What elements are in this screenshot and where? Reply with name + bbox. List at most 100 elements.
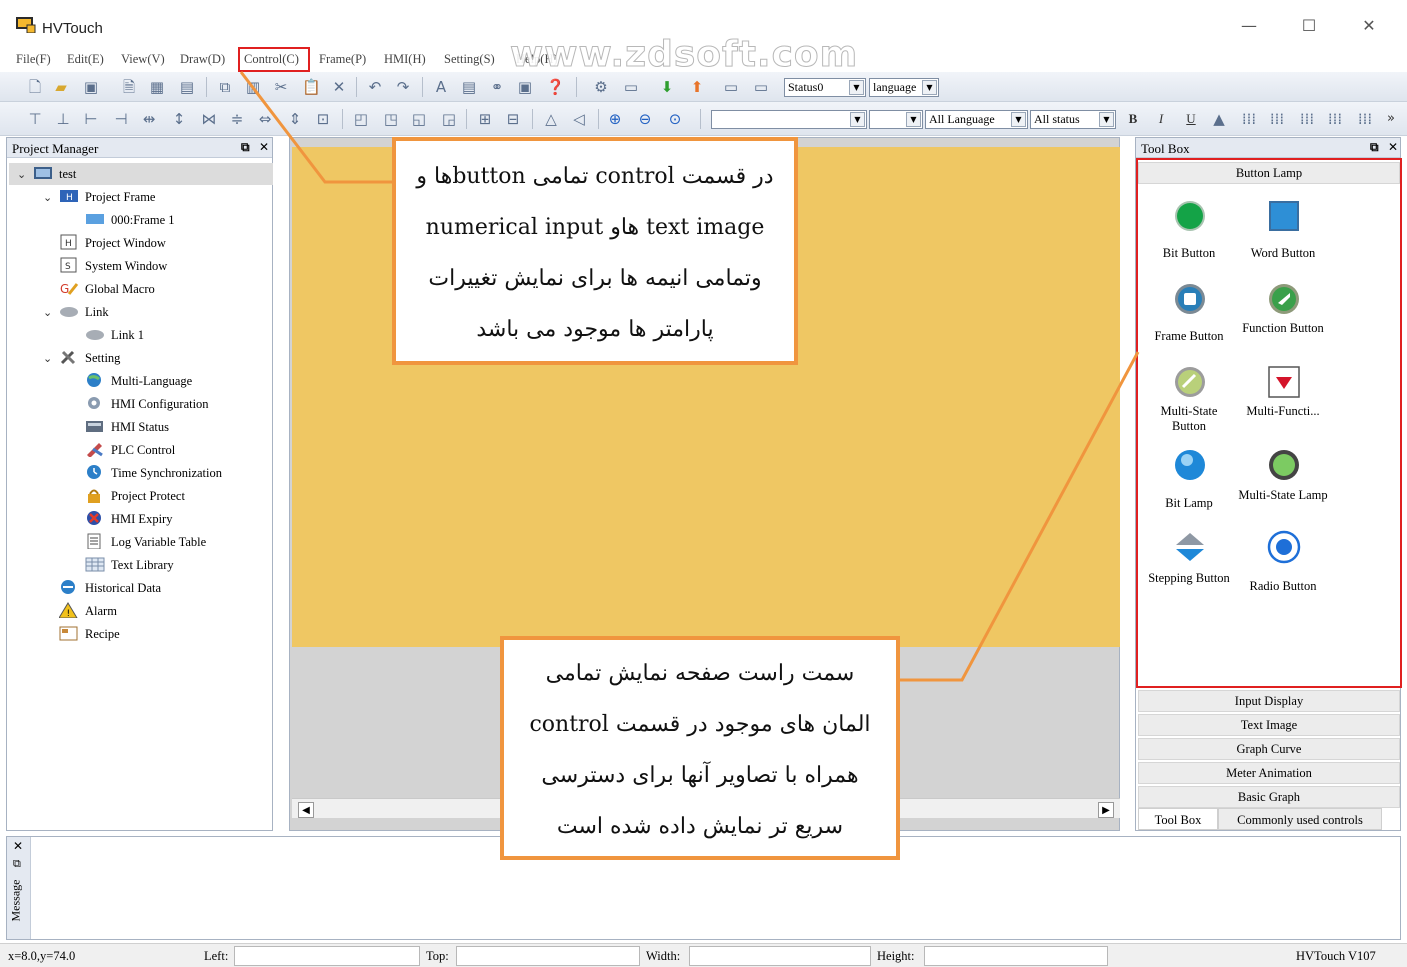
tree-item[interactable]: Recipe [43, 624, 120, 644]
text-color-icon[interactable]: ▲ [1210, 110, 1228, 128]
bit-button-label[interactable]: Bit Button [1142, 246, 1236, 261]
paste-icon[interactable]: 📋 [302, 78, 321, 96]
underline-button[interactable]: U [1182, 110, 1200, 128]
tree-item[interactable]: Log Variable Table [69, 532, 206, 552]
category-graph-curve[interactable]: Graph Curve [1138, 738, 1400, 760]
tree-item[interactable]: ⌄ H Project Frame [43, 187, 155, 207]
tab-commonly-used-controls[interactable]: Commonly used controls [1218, 808, 1382, 830]
pin-icon[interactable]: ⧉ [241, 140, 250, 155]
same-height-icon[interactable]: ⇕ [286, 110, 304, 128]
center-vertical-icon[interactable]: ↕ [170, 110, 188, 128]
tab-tool-box[interactable]: Tool Box [1138, 808, 1218, 830]
tree-item[interactable]: ⌄ Link [43, 302, 109, 322]
tree-item[interactable]: Link 1 [69, 325, 144, 345]
bring-forward-icon[interactable]: ◱ [410, 110, 428, 128]
function-button-icon[interactable] [1267, 282, 1301, 316]
font-combo[interactable]: ▼ [711, 110, 867, 129]
close-button[interactable]: ✕ [1346, 10, 1392, 42]
stepping-button-label[interactable]: Stepping Button [1142, 571, 1236, 586]
tree-item[interactable]: HMI Expiry [69, 509, 172, 529]
save-icon[interactable]: ▣ [82, 78, 100, 96]
paste-special-icon[interactable]: ▥ [244, 78, 262, 96]
scroll-left-icon[interactable]: ◀ [298, 802, 314, 818]
multi-function-icon[interactable] [1267, 365, 1301, 399]
copy-icon[interactable]: ⧉ [216, 78, 234, 96]
multi-state-button-label[interactable]: Multi-State Button [1142, 404, 1236, 434]
upload-icon[interactable]: ⬆ [688, 78, 706, 96]
toolbar-overflow-button[interactable]: » [1382, 110, 1400, 128]
tree-item[interactable]: H Project Window [43, 233, 166, 253]
multi-state-button-icon[interactable] [1173, 365, 1207, 399]
scroll-right-icon[interactable]: ▶ [1098, 802, 1114, 818]
bit-button-icon[interactable] [1173, 199, 1207, 233]
bit-lamp-label[interactable]: Bit Lamp [1142, 496, 1236, 511]
open-folder-icon[interactable]: ▰ [52, 78, 70, 96]
center-horizontal-icon[interactable]: ⇹ [140, 110, 158, 128]
undo-icon[interactable]: ↶ [366, 78, 384, 96]
expand-toggle-icon[interactable]: ⌄ [17, 165, 33, 185]
italic-button[interactable]: I [1152, 110, 1170, 128]
menu-file[interactable]: File(F) [16, 52, 51, 67]
tree-item[interactable]: ⌄ Setting [43, 348, 120, 368]
tree-item[interactable]: S System Window [43, 256, 167, 276]
category-text-image[interactable]: Text Image [1138, 714, 1400, 736]
help-icon[interactable]: ❓ [546, 78, 565, 96]
tree-item[interactable]: Multi-Language [69, 371, 192, 391]
same-size-icon[interactable]: ⊡ [314, 110, 332, 128]
category-meter-animation[interactable]: Meter Animation [1138, 762, 1400, 784]
tree-item[interactable]: Time Synchronization [69, 463, 222, 483]
frame-button-label[interactable]: Frame Button [1142, 329, 1236, 344]
tree-item[interactable]: Text Library [69, 555, 174, 575]
tree-item[interactable]: PLC Control [69, 440, 175, 460]
tree-item[interactable]: HMI Configuration [69, 394, 209, 414]
menu-draw[interactable]: Draw(D) [180, 52, 225, 67]
expand-toggle-icon[interactable]: ⌄ [43, 188, 59, 208]
tree-item[interactable]: ! Alarm [43, 601, 117, 621]
bold-button[interactable]: B [1124, 110, 1142, 128]
list-icon[interactable]: ▤ [460, 78, 478, 96]
status-combo[interactable]: Status0 ▼ [784, 78, 866, 97]
multi-function-label[interactable]: Multi-Functi... [1236, 404, 1330, 419]
radio-button-icon[interactable] [1267, 530, 1301, 564]
text-align-4-icon[interactable]: ⁞⁞⁞ [1326, 110, 1344, 128]
word-button-label[interactable]: Word Button [1236, 246, 1330, 261]
all-language-combo[interactable]: All Language ▼ [925, 110, 1028, 129]
frame-button-icon[interactable] [1173, 282, 1207, 316]
delete-icon[interactable]: ✕ [330, 78, 348, 96]
maximize-button[interactable]: ☐ [1286, 10, 1332, 42]
menu-setting[interactable]: Setting(S) [444, 52, 495, 67]
toolbox-close-icon[interactable]: ✕ [1388, 140, 1398, 154]
toolbox-pin-icon[interactable]: ⧉ [1370, 140, 1379, 155]
text-align-5-icon[interactable]: ⁞⁞⁞ [1356, 110, 1374, 128]
same-width-icon[interactable]: ⇔ [256, 110, 274, 128]
menu-view[interactable]: View(V) [121, 52, 165, 67]
build-icon[interactable]: ⚙ [592, 78, 610, 96]
menu-frame[interactable]: Frame(P) [319, 52, 366, 67]
text-align-3-icon[interactable]: ⁞⁞⁞ [1298, 110, 1316, 128]
simulate-icon[interactable]: ▭ [622, 78, 640, 96]
align-left-icon[interactable]: ⊢ [82, 110, 100, 128]
category-button-lamp[interactable]: Button Lamp [1138, 162, 1400, 184]
align-bottom-icon[interactable]: ⊥ [54, 110, 72, 128]
download-icon[interactable]: ⬇ [658, 78, 676, 96]
tree-item[interactable]: Project Protect [69, 486, 185, 506]
align-right-icon[interactable]: ⊣ [112, 110, 130, 128]
category-basic-graph[interactable]: Basic Graph [1138, 786, 1400, 808]
tree-item[interactable]: Historical Data [43, 578, 161, 598]
panel-close-icon[interactable]: ✕ [259, 140, 269, 154]
menu-hmi[interactable]: HMI(H) [384, 52, 426, 67]
binoculars-icon[interactable]: ⚭ [488, 78, 506, 96]
group-icon[interactable]: ⊞ [476, 110, 494, 128]
radio-button-label[interactable]: Radio Button [1236, 579, 1330, 594]
size-combo[interactable]: ▼ [869, 110, 923, 129]
text-align-1-icon[interactable]: ⁞⁞⁞ [1240, 110, 1258, 128]
zoom-in-icon[interactable]: ⊕ [606, 110, 624, 128]
tree-item[interactable]: G Global Macro [43, 279, 155, 299]
new-frame-icon[interactable]: 🗎 [120, 78, 138, 96]
multi-state-lamp-icon[interactable] [1267, 448, 1301, 482]
stepping-button-icon[interactable] [1173, 530, 1207, 564]
flip-vertical-icon[interactable]: ◁ [570, 110, 588, 128]
minimize-button[interactable]: — [1226, 10, 1272, 42]
distribute-vertical-icon[interactable]: ≑ [228, 110, 246, 128]
expand-toggle-icon[interactable]: ⌄ [43, 349, 59, 369]
